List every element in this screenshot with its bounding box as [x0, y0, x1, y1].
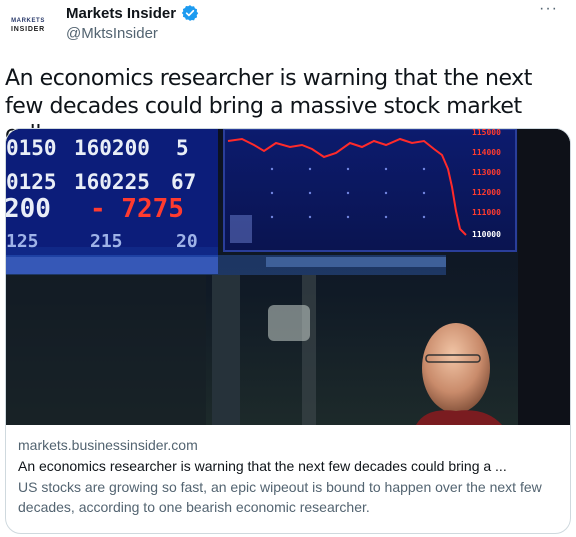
- more-options-icon[interactable]: ···: [539, 0, 558, 18]
- avatar-line2: INSIDER: [11, 25, 45, 33]
- trading-floor-photo: 0150 160200 5 0125 160225 67 200 - 7275 …: [6, 129, 570, 425]
- card-domain[interactable]: markets.businessinsider.com: [18, 435, 558, 455]
- avatar-line1: MARKETS: [11, 17, 45, 24]
- board-r0c2: 5: [176, 136, 189, 160]
- display-name[interactable]: Markets Insider: [66, 5, 176, 22]
- board-r1c0: 0125: [6, 170, 57, 194]
- board-r3c2: 20: [176, 231, 198, 252]
- price-label-2: 113000: [472, 168, 501, 177]
- board-r1c1: 160225: [74, 170, 150, 194]
- board-r2c0: 200: [6, 194, 51, 224]
- avatar[interactable]: MARKETS INSIDER: [6, 8, 50, 42]
- price-label-5: 110000: [472, 230, 501, 239]
- card-body: markets.businessinsider.com An economics…: [6, 425, 570, 517]
- link-card[interactable]: 0150 160200 5 0125 160225 67 200 - 7275 …: [5, 128, 571, 534]
- price-label-0: 115000: [472, 129, 501, 137]
- handle[interactable]: @MktsInsider: [66, 25, 158, 42]
- board-r1c2: 67: [171, 170, 196, 194]
- board-r0c1: 160200: [74, 136, 150, 160]
- board-r3c0: 125: [6, 231, 39, 252]
- account-name-row: Markets Insider: [66, 4, 199, 22]
- price-label-4: 111000: [472, 208, 501, 217]
- verified-badge-icon: [181, 5, 199, 21]
- card-image[interactable]: 0150 160200 5 0125 160225 67 200 - 7275 …: [6, 129, 570, 425]
- price-label-3: 112000: [472, 188, 501, 197]
- board-r3c1: 215: [90, 231, 123, 252]
- card-description: US stocks are growing so fast, an epic w…: [18, 479, 542, 515]
- card-title[interactable]: An economics researcher is warning that …: [18, 456, 558, 476]
- price-label-1: 114000: [472, 148, 501, 157]
- board-r2c1: - 7275: [90, 194, 184, 224]
- board-r0c0: 0150: [6, 136, 57, 160]
